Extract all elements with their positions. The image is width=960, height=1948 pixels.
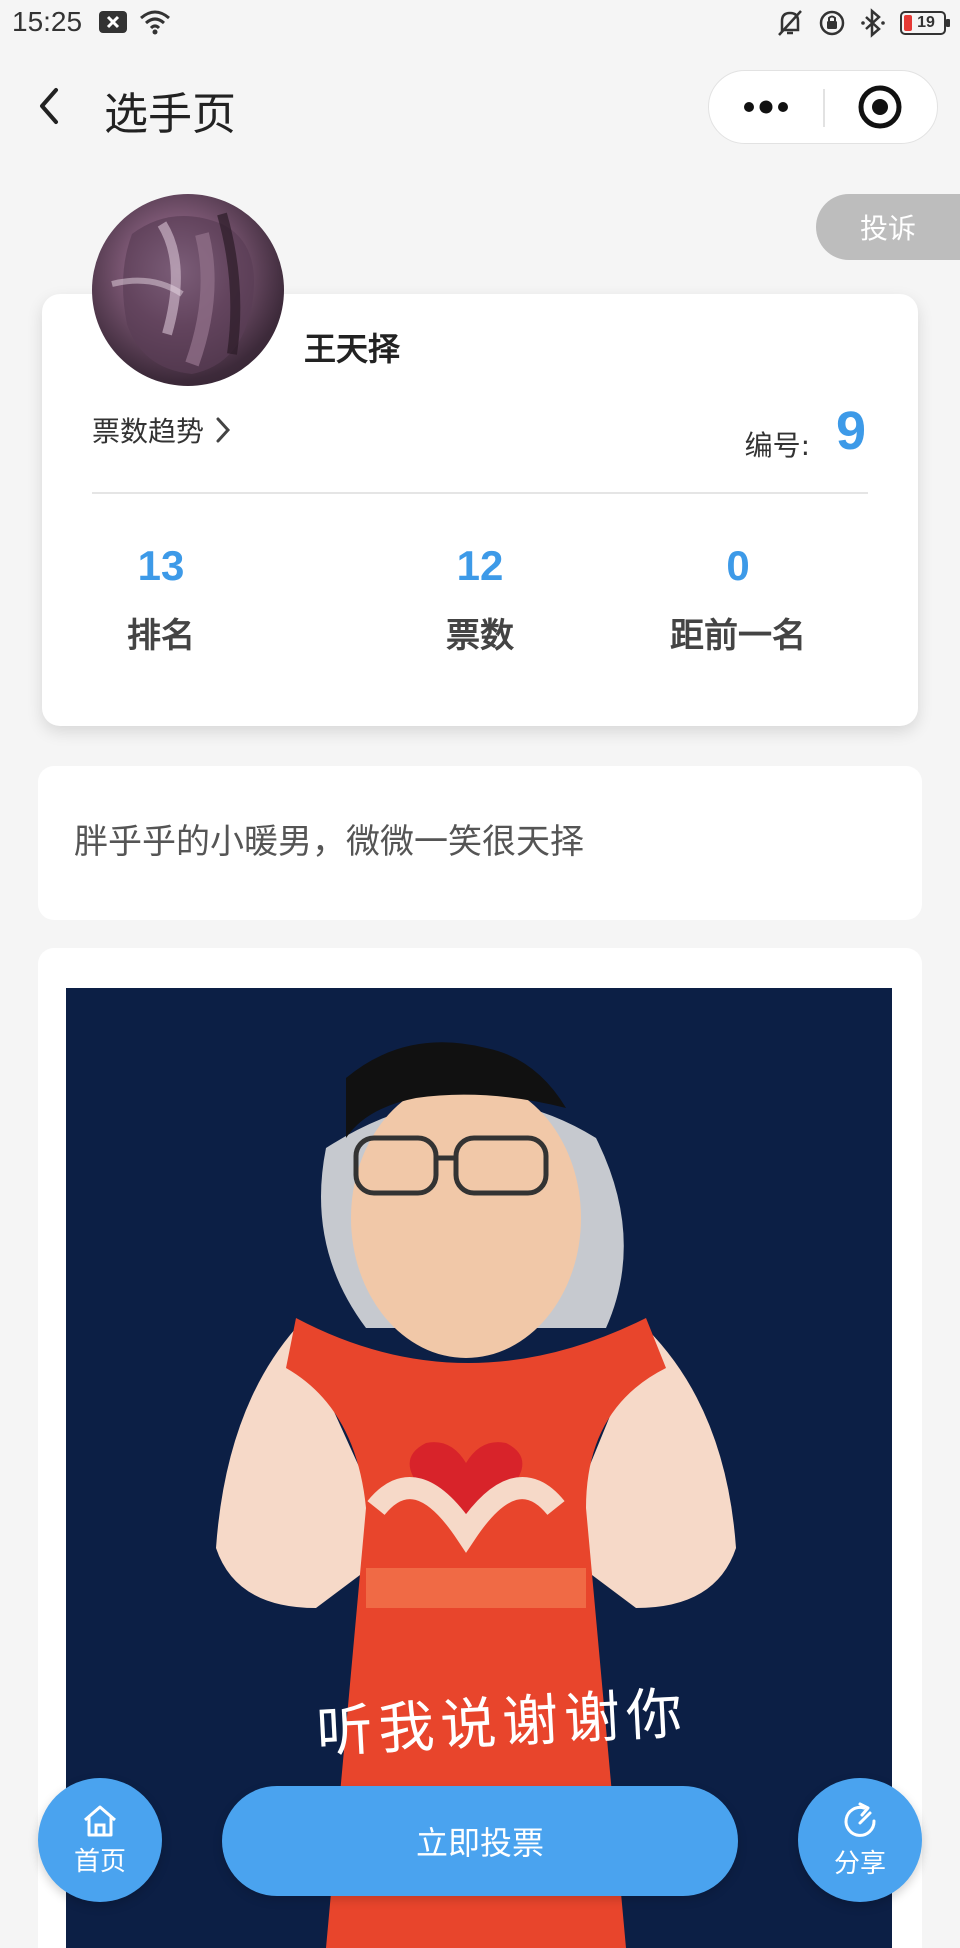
mute-icon xyxy=(778,10,802,36)
back-arrow-icon[interactable] xyxy=(30,78,70,134)
nav-bar: 选手页 xyxy=(0,56,960,156)
stat-gap: 0 距前一名 xyxy=(638,542,838,657)
number-label: 编号: xyxy=(744,429,810,462)
stat-votes: 12 票数 xyxy=(380,542,580,657)
target-close-icon xyxy=(858,85,902,129)
home-button[interactable]: 首页 xyxy=(38,1778,162,1902)
number-value: 9 xyxy=(835,401,866,461)
chevron-right-icon xyxy=(216,417,231,443)
lock-rotation-icon xyxy=(819,10,845,36)
complain-button[interactable]: 投诉 xyxy=(816,194,960,260)
stat-gap-value: 0 xyxy=(726,542,750,589)
status-bar: 15:25 19 xyxy=(0,0,960,48)
stat-votes-value: 12 xyxy=(456,542,504,589)
card-divider xyxy=(92,492,868,494)
avatar xyxy=(92,194,284,386)
mini-program-capsule xyxy=(708,70,938,144)
home-icon xyxy=(84,1805,116,1836)
status-time: 15:25 xyxy=(12,6,83,37)
stat-rank-label: 排名 xyxy=(127,616,195,656)
wifi-icon xyxy=(140,10,170,35)
status-left-icons xyxy=(98,8,172,36)
more-button[interactable] xyxy=(709,71,823,143)
close-button[interactable] xyxy=(823,71,937,143)
x-notification-icon xyxy=(99,11,127,33)
more-dots-icon xyxy=(744,100,788,114)
avatar-image xyxy=(111,212,254,374)
intro-card: 胖乎乎的小暖男，微微一笑很天择 xyxy=(38,766,922,920)
vote-trend-label: 票数趋势 xyxy=(92,415,205,448)
home-label: 首页 xyxy=(73,1846,126,1877)
player-name: 王天择 xyxy=(304,330,401,368)
share-button[interactable]: 分享 xyxy=(798,1778,922,1902)
intro-text: 胖乎乎的小暖男，微微一笑很天择 xyxy=(74,822,584,862)
battery-icon: 19 xyxy=(900,11,950,35)
stat-votes-label: 票数 xyxy=(446,616,514,656)
share-icon xyxy=(844,1802,876,1837)
page-title: 选手页 xyxy=(104,89,236,140)
stat-gap-label: 距前一名 xyxy=(670,616,806,656)
share-label: 分享 xyxy=(833,1848,886,1879)
stat-rank: 13 排名 xyxy=(61,542,261,657)
vote-now-button[interactable]: 立即投票 xyxy=(222,1786,738,1896)
bluetooth-icon xyxy=(861,8,885,38)
stat-rank-value: 13 xyxy=(137,542,185,589)
battery-level: 19 xyxy=(917,14,935,31)
vote-trend-link[interactable]: 票数趋势 xyxy=(92,410,232,450)
status-right-icons: 19 xyxy=(776,8,950,38)
